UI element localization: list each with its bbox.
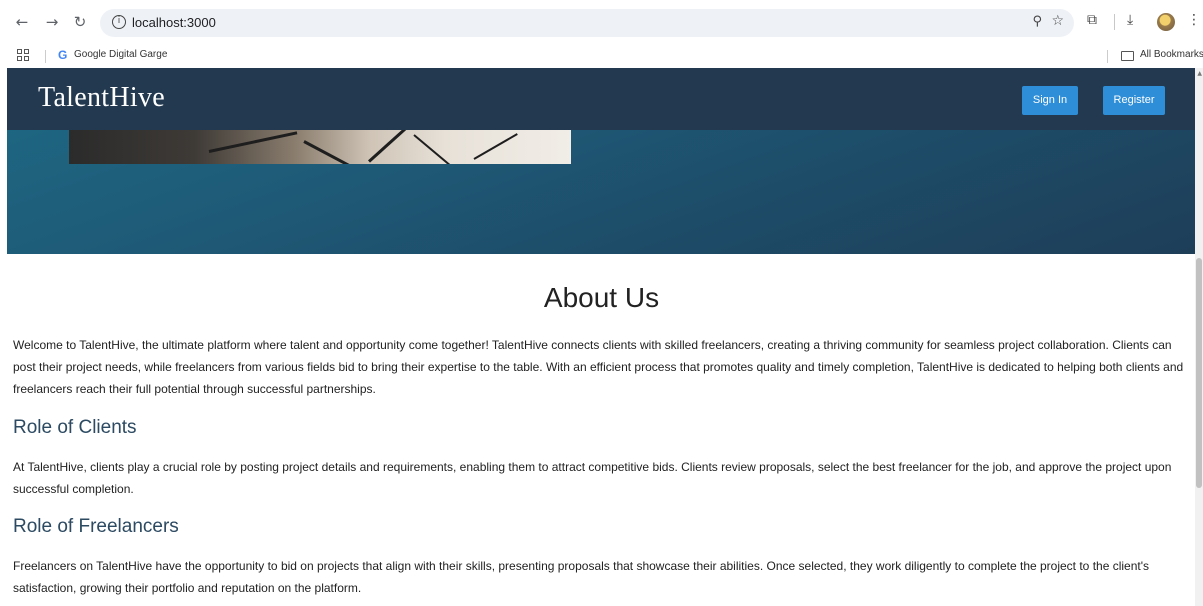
puzzle-icon[interactable]: ⧉ (1087, 12, 1097, 28)
scroll-up-icon[interactable]: ▲ (1197, 70, 1202, 77)
brand-logo[interactable]: TalentHive (38, 82, 165, 114)
site-navbar: TalentHive Sign In Register (7, 68, 1196, 130)
bookmark-divider-right (1107, 50, 1108, 63)
clients-heading: Role of Clients (13, 417, 137, 438)
kebab-menu-icon[interactable]: ⋮ (1187, 12, 1201, 28)
browser-toolbar: ← → ↻ i localhost:3000 ⚲ ☆ ⧉ ⤓ ⋮ (0, 0, 1203, 44)
google-g-icon: G (58, 48, 68, 62)
page-title: About Us (543, 282, 660, 313)
forward-icon[interactable]: → (42, 12, 62, 32)
address-url[interactable]: localhost:3000 (132, 15, 216, 30)
page-scrollbar[interactable]: ▲ (1195, 68, 1203, 606)
bookmark-google-digital-garage[interactable]: Google Digital Garge (74, 49, 167, 60)
about-intro-text: Welcome to TalentHive, the ultimate plat… (13, 338, 1184, 396)
scrollbar-thumb[interactable] (1196, 258, 1202, 488)
sign-in-button[interactable]: Sign In (1022, 86, 1078, 115)
page-viewport: TalentHive Sign In Register About Us Wel… (0, 68, 1203, 606)
download-icon[interactable]: ⤓ (1127, 12, 1133, 28)
all-bookmarks-button[interactable]: All Bookmarks (1140, 49, 1203, 60)
profile-avatar[interactable] (1157, 13, 1175, 31)
back-icon[interactable]: ← (12, 12, 32, 32)
folder-icon (1121, 51, 1134, 61)
info-icon[interactable]: i (112, 15, 126, 29)
bookmark-divider (45, 50, 46, 63)
freelancers-text: Freelancers on TalentHive have the oppor… (13, 559, 1150, 595)
zoom-icon[interactable]: ⚲ (1032, 14, 1042, 29)
reload-icon[interactable]: ↻ (70, 12, 90, 32)
star-icon[interactable]: ☆ (1051, 13, 1064, 29)
apps-grid-icon[interactable] (17, 49, 29, 61)
hero-image (69, 130, 571, 164)
toolbar-divider (1114, 14, 1115, 30)
bookmarks-bar: G Google Digital Garge All Bookmarks (0, 44, 1203, 68)
register-button[interactable]: Register (1103, 86, 1165, 115)
freelancers-heading: Role of Freelancers (13, 516, 179, 537)
address-bar[interactable]: i localhost:3000 ⚲ ☆ (100, 9, 1074, 37)
clients-text: At TalentHive, clients play a crucial ro… (13, 460, 1172, 496)
